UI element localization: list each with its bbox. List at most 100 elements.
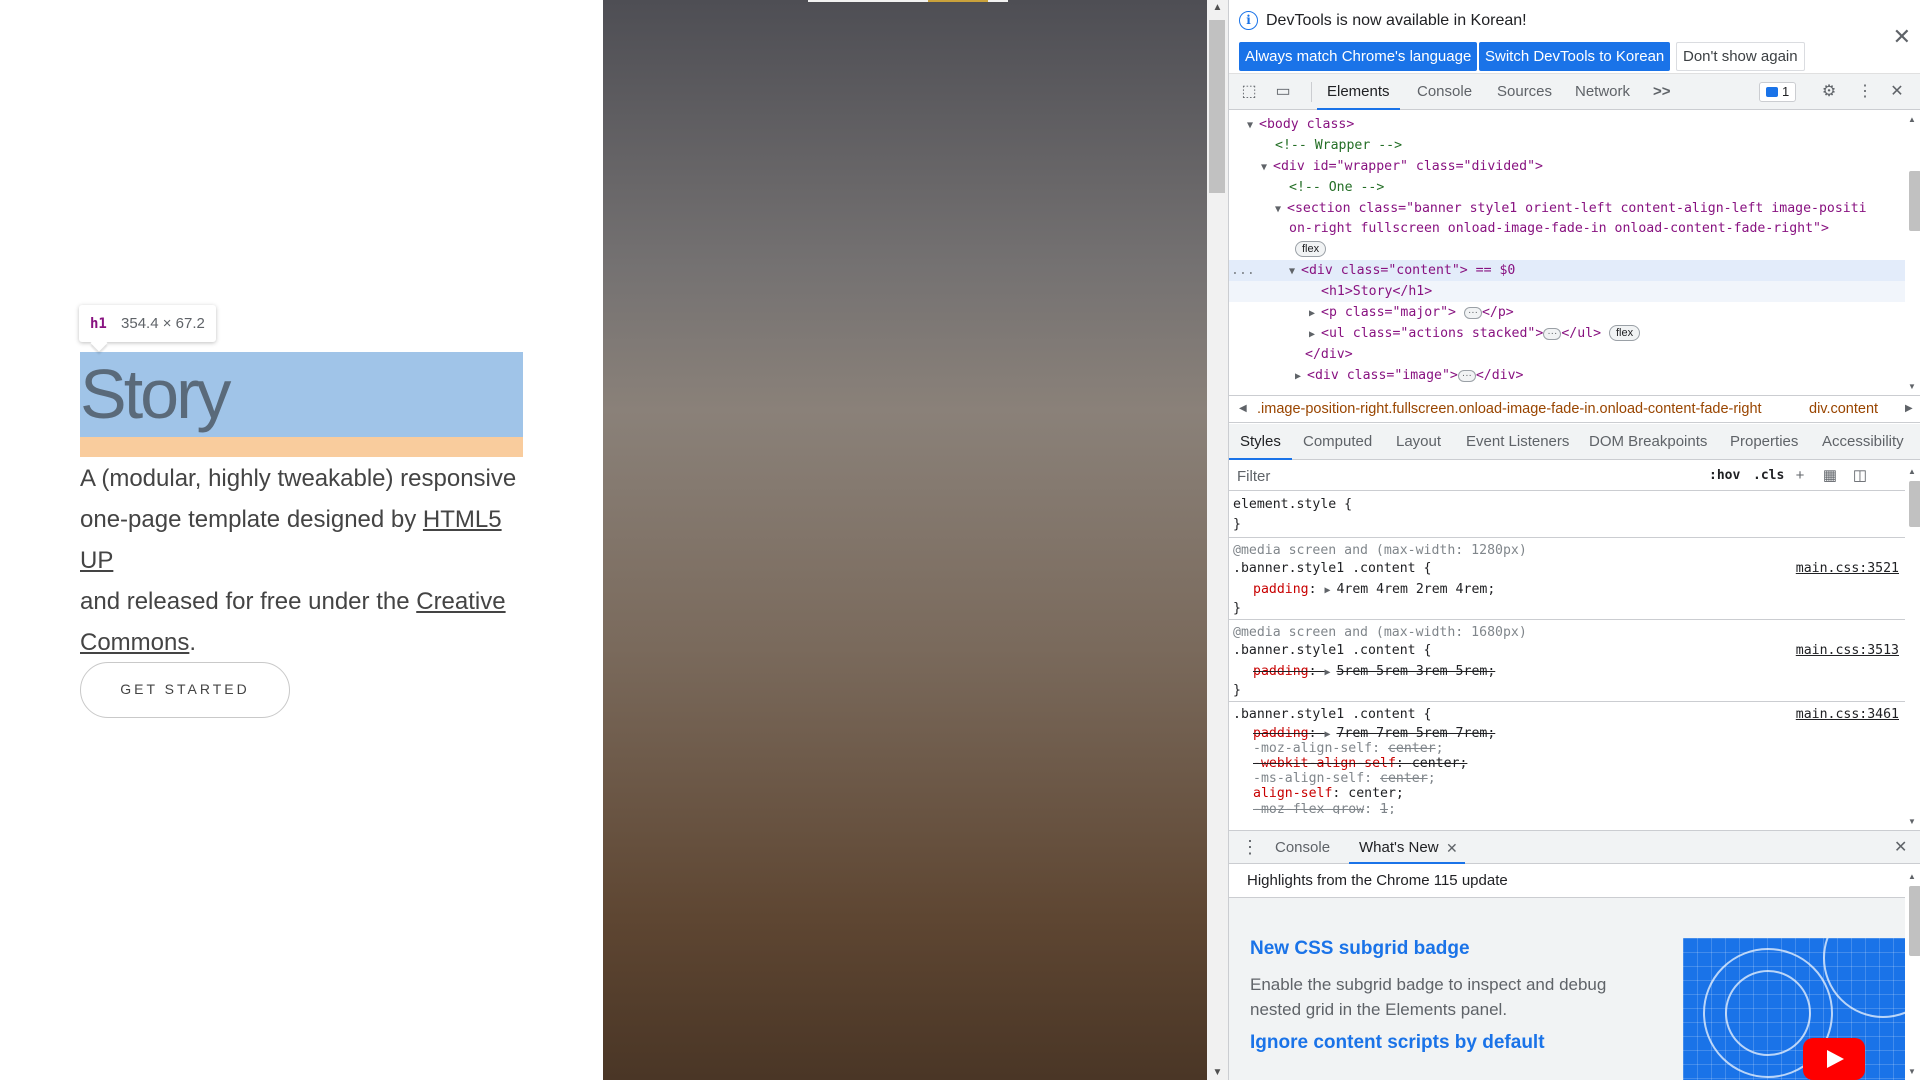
dom-node-content-selected[interactable]: ... ▼ <div class="content"> == $0 — [1229, 260, 1905, 281]
gear-icon[interactable]: ⚙ — [1817, 80, 1841, 104]
expand-triangle-icon[interactable]: ▶ — [1324, 663, 1336, 682]
tab-console[interactable]: Console — [1417, 74, 1472, 110]
style-source-link[interactable]: main.css:3461 — [1796, 705, 1899, 724]
style-selector[interactable]: .banner.style1 .content { — [1233, 641, 1432, 660]
dom-scroll-thumb[interactable] — [1909, 171, 1920, 231]
dom-tree-scrollbar[interactable]: ▲ ▼ — [1905, 111, 1920, 395]
dom-comment[interactable]: <!-- One --> — [1229, 177, 1905, 198]
style-selector[interactable]: .banner.style1 .content { — [1233, 705, 1432, 724]
dom-node-body[interactable]: ▼ <body class> — [1229, 114, 1905, 135]
scroll-up-arrow-icon[interactable]: ▲ — [1908, 467, 1916, 476]
dont-show-again-button[interactable]: Don't show again — [1676, 42, 1805, 71]
scroll-up-arrow-icon[interactable]: ▲ — [1908, 872, 1916, 881]
paint-brush-icon[interactable]: ▦ — [1819, 465, 1841, 487]
style-selector[interactable]: element.style { — [1233, 495, 1352, 514]
expand-triangle-icon[interactable]: ▼ — [1261, 157, 1273, 178]
breadcrumb-section[interactable]: .image-position-right.fullscreen.onload-… — [1257, 396, 1762, 422]
scroll-down-arrow-icon[interactable]: ▼ — [1908, 1067, 1916, 1076]
drawer-tab-console[interactable]: Console — [1275, 831, 1330, 863]
style-source-link[interactable]: main.css:3513 — [1796, 641, 1899, 660]
scroll-down-arrow-icon[interactable]: ▼ — [1908, 382, 1916, 391]
more-tabs-chevron-icon[interactable]: >> — [1653, 74, 1671, 110]
new-style-rule-icon[interactable]: + — [1789, 465, 1811, 487]
styles-scrollbar[interactable]: ▲ ▼ — [1905, 461, 1920, 830]
style-declaration[interactable]: padding: ▶ 4rem 4rem 2rem 4rem; — [1253, 580, 1495, 599]
tab-sources[interactable]: Sources — [1497, 74, 1552, 110]
dom-node-ul[interactable]: ▶ <ul class="actions stacked"> ··· </ul> fl… — [1229, 323, 1905, 344]
more-options-icon[interactable]: ⋮ — [1853, 80, 1877, 104]
scroll-up-arrow-icon[interactable]: ▲ — [1207, 2, 1228, 13]
ellipsis-badge[interactable]: ··· — [1543, 328, 1562, 340]
dom-node-section-cont[interactable]: on-right fullscreen onload-image-fade-in… — [1229, 218, 1905, 239]
expand-triangle-icon[interactable]: ▼ — [1275, 199, 1287, 220]
inspect-element-icon[interactable]: ⬚ — [1237, 80, 1261, 104]
creative-commons-link[interactable]: Creative — [416, 588, 505, 615]
whats-new-scrollbar[interactable]: ▲ ▼ — [1905, 864, 1920, 1080]
inspect-tooltip: h1 354.4 × 67.2 — [79, 305, 216, 342]
scroll-up-arrow-icon[interactable]: ▲ — [1908, 115, 1916, 124]
flex-badge[interactable]: flex — [1295, 241, 1327, 257]
dom-node-div-close[interactable]: </div> — [1229, 344, 1905, 365]
always-match-language-button[interactable]: Always match Chrome's language — [1239, 42, 1478, 71]
gutter-dots[interactable]: ... — [1231, 260, 1255, 281]
tab-layout[interactable]: Layout — [1396, 424, 1441, 459]
style-selector[interactable]: .banner.style1 .content { — [1233, 559, 1432, 578]
style-rule-element: element.style { } — [1229, 491, 1905, 538]
dom-node-p-major[interactable]: ▶ <p class="major"> ··· </p> — [1229, 302, 1905, 323]
flex-badge[interactable]: flex — [1608, 325, 1641, 341]
close-drawer-icon[interactable]: ✕ — [1894, 831, 1907, 863]
switch-to-korean-button[interactable]: Switch DevTools to Korean — [1479, 42, 1671, 71]
whats-new-scroll-thumb[interactable] — [1909, 886, 1920, 956]
tab-elements[interactable]: Elements — [1317, 74, 1399, 110]
drawer-tab-whats-new[interactable]: What's New — [1349, 831, 1464, 864]
style-declaration-invalid[interactable]: -moz-flex-grow: 1; — [1253, 800, 1396, 814]
scroll-down-arrow-icon[interactable]: ▼ — [1207, 1067, 1228, 1078]
close-whats-new-icon[interactable]: ✕ — [1446, 831, 1458, 863]
tab-event-listeners[interactable]: Event Listeners — [1466, 424, 1569, 459]
issues-badge[interactable]: 1 — [1759, 82, 1797, 102]
drawer-menu-icon[interactable]: ⋮ — [1241, 831, 1259, 863]
hov-toggle[interactable]: :hov — [1709, 461, 1740, 491]
expand-triangle-icon[interactable]: ▼ — [1247, 115, 1259, 136]
dom-node-h1[interactable]: <h1>Story</h1> — [1229, 281, 1905, 302]
style-declaration-overridden[interactable]: padding: ▶ 5rem 5rem 3rem 5rem; — [1253, 662, 1495, 681]
close-devtools-icon[interactable]: ✕ — [1885, 80, 1909, 104]
tab-styles[interactable]: Styles — [1229, 424, 1292, 460]
tab-dom-breakpoints[interactable]: DOM Breakpoints — [1589, 424, 1707, 459]
expand-triangle-icon[interactable]: ▶ — [1324, 581, 1336, 600]
get-started-button[interactable]: GET STARTED — [80, 662, 290, 718]
style-source-link[interactable]: main.css:3521 — [1796, 559, 1899, 578]
tab-computed[interactable]: Computed — [1303, 424, 1372, 459]
ellipsis-badge[interactable]: ··· — [1463, 307, 1482, 319]
dom-comment[interactable]: <!-- Wrapper --> — [1229, 135, 1905, 156]
breadcrumb-div-content[interactable]: div.content — [1809, 396, 1878, 422]
page-scrollbar[interactable]: ▲ ▼ — [1207, 0, 1228, 1080]
collapsed-triangle-icon[interactable]: ▶ — [1295, 366, 1307, 387]
whats-new-video-thumbnail[interactable] — [1683, 938, 1905, 1080]
styles-filter-input[interactable] — [1233, 465, 1695, 487]
dom-node-wrapper[interactable]: ▼ <div id="wrapper" class="divided"> — [1229, 156, 1905, 177]
tab-accessibility[interactable]: Accessibility — [1822, 424, 1904, 459]
close-infobar-icon[interactable]: ✕ — [1893, 26, 1911, 48]
collapsed-triangle-icon[interactable]: ▶ — [1309, 324, 1321, 345]
dom-node-div-image[interactable]: ▶ <div class="image"> ··· </div> — [1229, 365, 1905, 386]
device-toolbar-icon[interactable]: ▭ — [1271, 80, 1295, 104]
tab-properties[interactable]: Properties — [1730, 424, 1798, 459]
styles-scroll-thumb[interactable] — [1909, 481, 1920, 527]
expand-triangle-icon[interactable]: ▼ — [1289, 261, 1301, 282]
breadcrumb-left-arrow-icon[interactable]: ◀ — [1239, 396, 1247, 422]
page-scroll-thumb[interactable] — [1209, 20, 1225, 193]
style-text: @media screen and (max-width: 1680px) — [1233, 625, 1527, 640]
youtube-play-icon[interactable] — [1803, 1038, 1865, 1080]
whats-new-item-title[interactable]: New CSS subgrid badge — [1250, 938, 1470, 960]
tab-network[interactable]: Network — [1575, 74, 1630, 110]
whats-new-item-title[interactable]: Ignore content scripts by default — [1250, 1032, 1545, 1054]
collapsed-triangle-icon[interactable]: ▶ — [1309, 303, 1321, 324]
scroll-down-arrow-icon[interactable]: ▼ — [1908, 817, 1916, 826]
dom-node-section[interactable]: ▼ <section class="banner style1 orient-le… — [1229, 198, 1905, 219]
cls-toggle[interactable]: .cls — [1753, 461, 1784, 491]
ellipsis-badge[interactable]: ··· — [1457, 370, 1476, 382]
breadcrumb-right-arrow-icon[interactable]: ▶ — [1905, 396, 1913, 422]
creative-commons-link-cont[interactable]: Commons — [80, 629, 189, 656]
toggle-sidebar-icon[interactable]: ◫ — [1849, 465, 1871, 487]
